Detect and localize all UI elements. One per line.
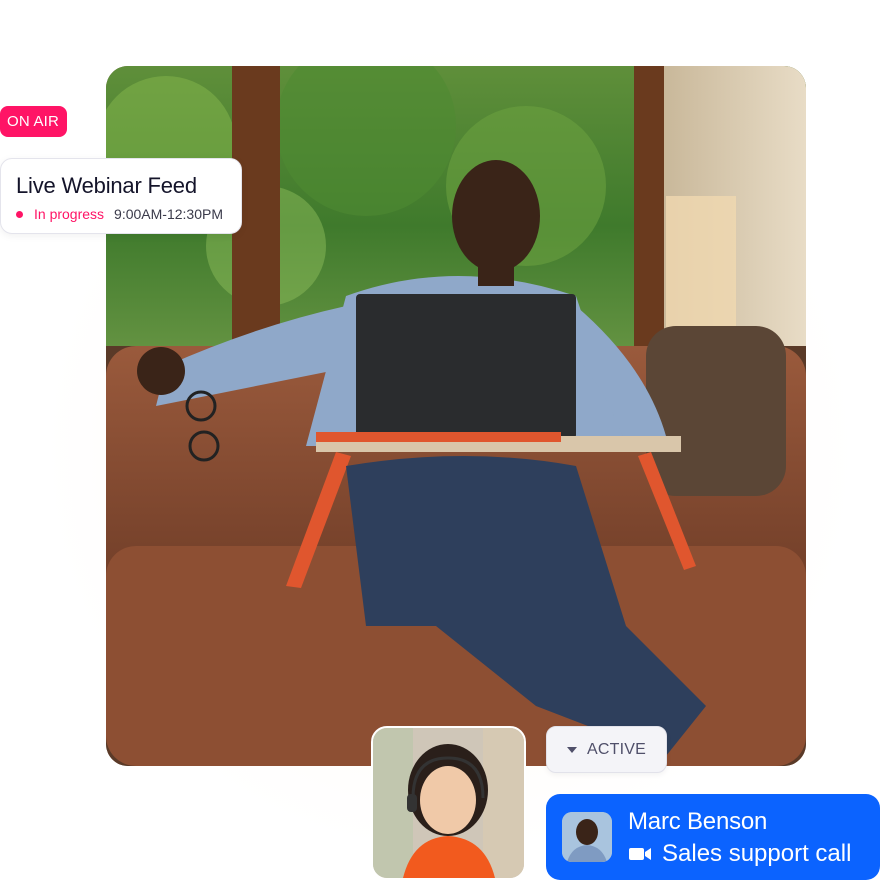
webinar-status-row: In progress 9:00AM-12:30PM <box>16 206 223 222</box>
man-avatar-icon <box>562 812 612 862</box>
status-label: In progress <box>34 206 105 222</box>
caller-avatar <box>562 812 612 862</box>
webinar-info-card[interactable]: Live Webinar Feed In progress 9:00AM-12:… <box>0 158 242 234</box>
video-camera-icon <box>629 848 651 860</box>
caret-down-icon <box>567 746 577 753</box>
live-dot-icon <box>16 210 23 218</box>
call-subtitle-row: Sales support call <box>628 840 851 868</box>
call-subtitle: Sales support call <box>662 840 852 867</box>
participant-thumbnail[interactable] <box>371 726 526 880</box>
active-label: ACTIVE <box>587 740 646 758</box>
status-time: 9:00AM-12:30PM <box>114 206 223 222</box>
webinar-title: Live Webinar Feed <box>16 173 197 198</box>
caller-name: Marc Benson <box>628 808 768 835</box>
active-status-dropdown[interactable]: ACTIVE <box>546 726 667 773</box>
woman-headset-avatar <box>373 728 524 878</box>
call-card[interactable]: Marc Benson Sales support call <box>546 794 880 880</box>
on-air-badge: ON AIR <box>0 106 68 137</box>
